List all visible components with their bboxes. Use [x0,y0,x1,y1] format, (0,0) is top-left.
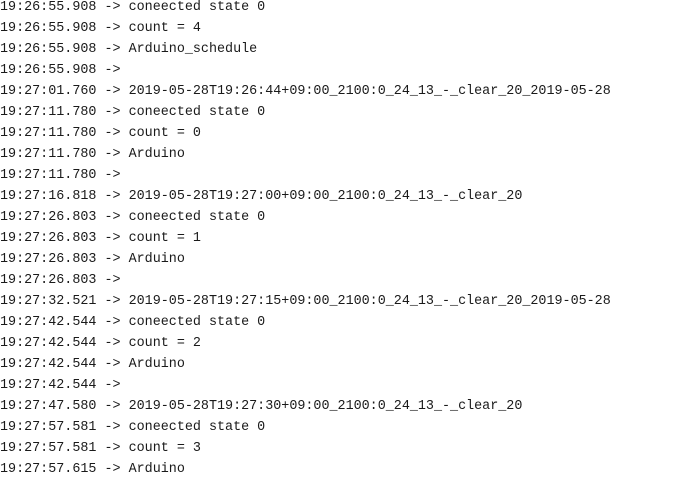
log-arrow: -> [104,399,121,414]
log-arrow: -> [104,147,121,162]
log-arrow: -> [104,84,121,99]
log-line: 19:27:26.803 -> coneected state 0 [0,207,681,228]
log-line: 19:27:47.580 -> 2019-05-28T19:27:30+09:0… [0,396,681,417]
log-line: 19:27:57.615 -> Arduino [0,459,681,480]
log-timestamp: 19:27:11.780 [0,105,97,120]
log-arrow: -> [104,0,121,15]
log-line: 19:27:26.803 -> [0,270,681,291]
log-message: count = 0 [128,126,201,141]
log-timestamp: 19:27:26.803 [0,210,97,225]
log-timestamp: 19:27:01.760 [0,84,97,99]
log-message: Arduino [128,357,185,372]
log-arrow: -> [104,126,121,141]
log-timestamp: 19:26:55.908 [0,0,97,15]
log-message: 2019-05-28T19:27:30+09:00_2100:0_24_13_-… [128,399,523,414]
log-line: 19:27:11.780 -> [0,165,681,186]
log-line: 19:27:16.818 -> 2019-05-28T19:27:00+09:0… [0,186,681,207]
log-timestamp: 19:27:57.581 [0,441,97,456]
log-line: 19:27:57.581 -> coneected state 0 [0,417,681,438]
log-arrow: -> [104,42,121,57]
log-timestamp: 19:26:55.908 [0,63,97,78]
log-arrow: -> [104,231,121,246]
log-timestamp: 19:27:57.581 [0,420,97,435]
serial-monitor-output: 19:26:55.908 -> coneected state 0 19:26:5… [0,0,681,480]
log-timestamp: 19:26:55.908 [0,21,97,36]
log-timestamp: 19:27:26.803 [0,252,97,267]
log-message: coneected state 0 [128,0,266,15]
log-timestamp: 19:27:47.580 [0,399,97,414]
log-timestamp: 19:27:32.521 [0,294,97,309]
log-line: 19:27:26.803 -> Arduino [0,249,681,270]
log-message: count = 3 [128,441,201,456]
log-line: 19:26:55.908 -> coneected state 0 [0,0,681,18]
log-timestamp: 19:27:42.544 [0,315,97,330]
log-timestamp: 19:27:16.818 [0,189,97,204]
log-arrow: -> [104,63,121,78]
log-arrow: -> [104,441,121,456]
log-message: Arduino_schedule [128,42,258,57]
log-timestamp: 19:27:42.544 [0,357,97,372]
log-arrow: -> [104,105,121,120]
log-arrow: -> [104,273,121,288]
log-message: coneected state 0 [128,105,266,120]
log-message: count = 1 [128,231,201,246]
log-arrow: -> [104,294,121,309]
log-timestamp: 19:27:42.544 [0,378,97,393]
log-message: count = 2 [128,336,201,351]
log-arrow: -> [104,315,121,330]
log-line: 19:27:11.780 -> count = 0 [0,123,681,144]
log-message: coneected state 0 [128,210,266,225]
log-line: 19:27:11.780 -> Arduino [0,144,681,165]
log-timestamp: 19:26:55.908 [0,42,97,57]
log-line: 19:26:55.908 -> [0,60,681,81]
log-message: 2019-05-28T19:26:44+09:00_2100:0_24_13_-… [128,84,611,99]
log-timestamp: 19:27:26.803 [0,231,97,246]
log-line: 19:27:42.544 -> coneected state 0 [0,312,681,333]
log-message: Arduino [128,147,185,162]
log-message: coneected state 0 [128,420,266,435]
log-line: 19:27:26.803 -> count = 1 [0,228,681,249]
log-message: 2019-05-28T19:27:00+09:00_2100:0_24_13_-… [128,189,523,204]
log-arrow: -> [104,420,121,435]
log-line: 19:26:55.908 -> Arduino_schedule [0,39,681,60]
log-timestamp: 19:27:26.803 [0,273,97,288]
log-timestamp: 19:27:11.780 [0,168,97,183]
log-line: 19:27:57.581 -> count = 3 [0,438,681,459]
log-line: 19:26:55.908 -> count = 4 [0,18,681,39]
log-arrow: -> [104,21,121,36]
log-line: 19:27:42.544 -> Arduino [0,354,681,375]
log-timestamp: 19:27:42.544 [0,336,97,351]
log-arrow: -> [104,357,121,372]
log-arrow: -> [104,336,121,351]
log-line: 19:27:32.521 -> 2019-05-28T19:27:15+09:0… [0,291,681,312]
log-arrow: -> [104,378,121,393]
log-arrow: -> [104,252,121,267]
log-message: Arduino [128,252,185,267]
log-arrow: -> [104,168,121,183]
log-message: coneected state 0 [128,315,266,330]
log-line: 19:27:11.780 -> coneected state 0 [0,102,681,123]
log-arrow: -> [104,189,121,204]
log-timestamp: 19:27:11.780 [0,126,97,141]
log-arrow: -> [104,210,121,225]
log-line: 19:27:01.760 -> 2019-05-28T19:26:44+09:0… [0,81,681,102]
log-message: 2019-05-28T19:27:15+09:00_2100:0_24_13_-… [128,294,611,309]
log-line: 19:27:42.544 -> [0,375,681,396]
log-message: count = 4 [128,21,201,36]
log-timestamp: 19:27:11.780 [0,147,97,162]
log-line: 19:27:42.544 -> count = 2 [0,333,681,354]
